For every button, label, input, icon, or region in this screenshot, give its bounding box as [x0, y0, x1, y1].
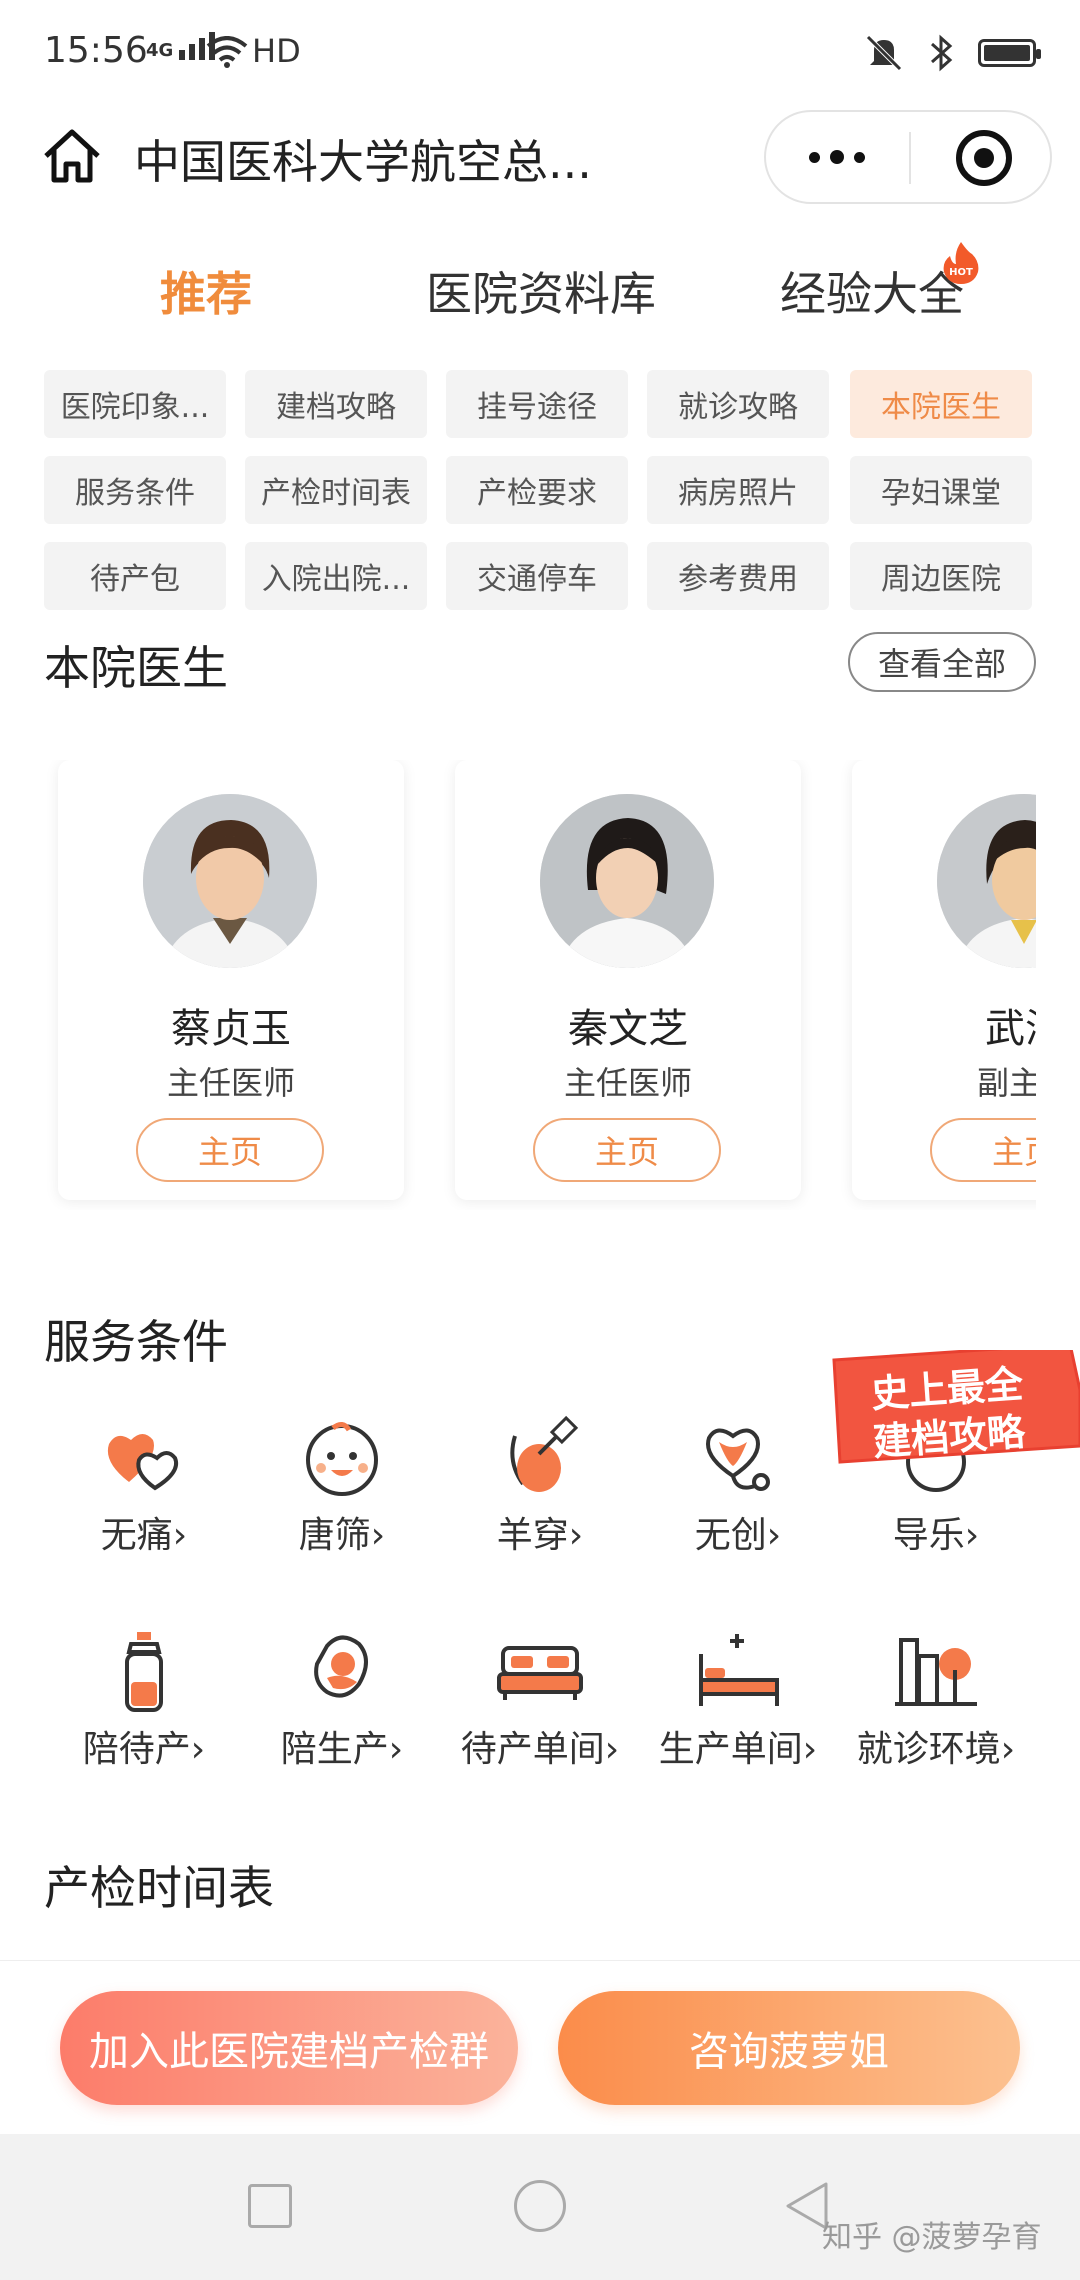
bluetooth-icon	[931, 34, 953, 72]
service-label: 陪待产›	[82, 1729, 206, 1770]
tag-visit-guide[interactable]: 就诊攻略	[647, 370, 829, 438]
doctor-name: 蔡贞玉	[171, 1006, 291, 1052]
doctor-homepage-button[interactable]: 主页	[136, 1118, 324, 1182]
doctors-section-title: 本院医生	[44, 641, 228, 695]
recent-apps-button[interactable]	[248, 2184, 292, 2228]
service-private-labor-room[interactable]: 待产单间›	[450, 1626, 630, 1816]
tag-checkup-requirements[interactable]: 产检要求	[446, 456, 628, 524]
tag-hospital-doctors[interactable]: 本院医生	[850, 370, 1032, 438]
tag-filing-guide[interactable]: 建档攻略	[245, 370, 427, 438]
service-amniocentesis[interactable]: 羊穿›	[450, 1412, 630, 1602]
close-target-icon[interactable]	[956, 130, 1012, 186]
mute-bell-icon	[866, 35, 902, 71]
svg-text:建档攻略: 建档攻略	[872, 1410, 1028, 1465]
doctor-avatar	[143, 794, 317, 968]
tag-ward-photos[interactable]: 病房照片	[647, 456, 829, 524]
syringe-icon	[510, 1415, 579, 1492]
tag-service-conditions[interactable]: 服务条件	[44, 456, 226, 524]
doctor-homepage-button[interactable]: 主页	[930, 1118, 1036, 1182]
more-icon[interactable]	[766, 112, 908, 202]
system-nav-bar: 知乎 @菠萝孕育	[0, 2134, 1080, 2280]
doctor-card[interactable]: 武海 副主任 主页	[852, 760, 1036, 1200]
tag-prenatal-class[interactable]: 孕妇课堂	[850, 456, 1032, 524]
hd-indicator: HD	[252, 32, 301, 70]
baby-face-icon	[306, 1422, 378, 1496]
schedule-section-title: 产检时间表	[44, 1861, 274, 1915]
doctor-card[interactable]: 秦文芝 主任医师 主页	[455, 760, 801, 1200]
doctor-carousel[interactable]: 蔡贞玉 主任医师 主页 秦文芝 主任医师 主页 武 副主 主	[44, 760, 1036, 1210]
service-nipt[interactable]: 无创›	[648, 1412, 828, 1602]
capsule-divider	[909, 132, 911, 184]
tag-delivery-bag[interactable]: 待产包	[44, 542, 226, 610]
tab-experience[interactable]: 经验大全	[780, 258, 964, 324]
consult-button[interactable]: 咨询菠萝姐	[558, 1991, 1020, 2105]
tag-checkup-schedule[interactable]: 产检时间表	[245, 456, 427, 524]
service-label: 生产单间›	[658, 1729, 818, 1770]
doctor-name: 秦文芝	[568, 1006, 688, 1052]
hot-flame-icon: HOT	[943, 242, 979, 284]
tag-reference-fees[interactable]: 参考费用	[647, 542, 829, 610]
cellular-signal-icon: 4G	[146, 30, 216, 61]
tag-admission-discharge[interactable]: 入院出院...	[245, 542, 427, 610]
top-tabs: 推荐 医院资料库 经验大全 HOT	[0, 240, 1080, 340]
network-type: 4G	[146, 40, 174, 61]
service-labor-companion[interactable]: 陪待产›	[54, 1626, 234, 1816]
bottle-icon	[125, 1632, 163, 1712]
service-label: 无创›	[694, 1515, 782, 1556]
filing-guide-promo-banner[interactable]: 史上最全 建档攻略	[820, 1350, 1080, 1470]
battery-icon	[978, 39, 1041, 67]
tag-hospital-impression[interactable]: 医院印象...	[44, 370, 226, 438]
service-label: 无痛›	[100, 1515, 188, 1556]
doctor-title: 主任医师	[166, 1064, 295, 1102]
tab-recommend[interactable]: 推荐	[160, 258, 252, 324]
doctor-title: 副主任	[976, 1064, 1036, 1102]
double-bed-icon	[497, 1646, 583, 1700]
join-group-button[interactable]: 加入此医院建档产检群	[60, 1991, 518, 2105]
home-button[interactable]	[514, 2180, 566, 2232]
mini-program-header: 中国医科大学航空总...	[0, 110, 1080, 230]
watermark: 知乎 @菠萝孕育	[822, 2220, 1042, 2255]
view-all-button[interactable]: 查看全部	[848, 632, 1036, 692]
service-private-delivery-room[interactable]: 生产单间›	[648, 1626, 828, 1816]
service-label: 唐筛›	[298, 1515, 386, 1556]
doctor-card[interactable]: 蔡贞玉 主任医师 主页	[58, 760, 404, 1200]
svg-text:HOT: HOT	[949, 267, 973, 278]
doctor-homepage-button[interactable]: 主页	[533, 1118, 721, 1182]
home-icon[interactable]	[40, 124, 104, 188]
bottom-action-bar: 加入此医院建档产检群 咨询菠萝姐	[0, 1960, 1080, 2134]
doctor-avatar	[937, 794, 1036, 968]
service-environment[interactable]: 就诊环境›	[846, 1626, 1026, 1816]
hearts-icon	[107, 1434, 178, 1491]
tag-nearby-hospitals[interactable]: 周边医院	[850, 542, 1032, 610]
doctor-name: 武海	[985, 1006, 1036, 1052]
service-down-screening[interactable]: 唐筛›	[252, 1412, 432, 1602]
building-tree-icon	[895, 1638, 977, 1706]
tab-hospital-database[interactable]: 医院资料库	[426, 258, 656, 324]
status-bar: 15:56 4G HD	[0, 0, 1080, 110]
service-label: 羊穿›	[496, 1515, 584, 1556]
tag-registration[interactable]: 挂号途径	[446, 370, 628, 438]
service-label: 陪生产›	[280, 1729, 404, 1770]
services-section-title: 服务条件	[44, 1315, 228, 1369]
service-delivery-companion[interactable]: 陪生产›	[252, 1626, 432, 1816]
status-time: 15:56	[44, 30, 148, 71]
service-label: 导乐›	[892, 1515, 980, 1556]
page-title: 中国医科大学航空总...	[134, 135, 592, 189]
status-right	[864, 34, 1041, 72]
capsule-menu	[764, 110, 1052, 204]
service-label: 就诊环境›	[856, 1729, 1016, 1770]
service-label: 待产单间›	[460, 1729, 620, 1770]
mother-baby-icon	[314, 1635, 368, 1698]
tag-traffic-parking[interactable]: 交通停车	[446, 542, 628, 610]
wifi-icon	[206, 36, 248, 68]
hospital-bed-icon	[699, 1634, 779, 1706]
heart-stethoscope-icon	[706, 1428, 770, 1491]
doctor-title: 主任医师	[563, 1064, 692, 1102]
doctor-avatar	[540, 794, 714, 968]
service-painless[interactable]: 无痛›	[54, 1412, 234, 1602]
